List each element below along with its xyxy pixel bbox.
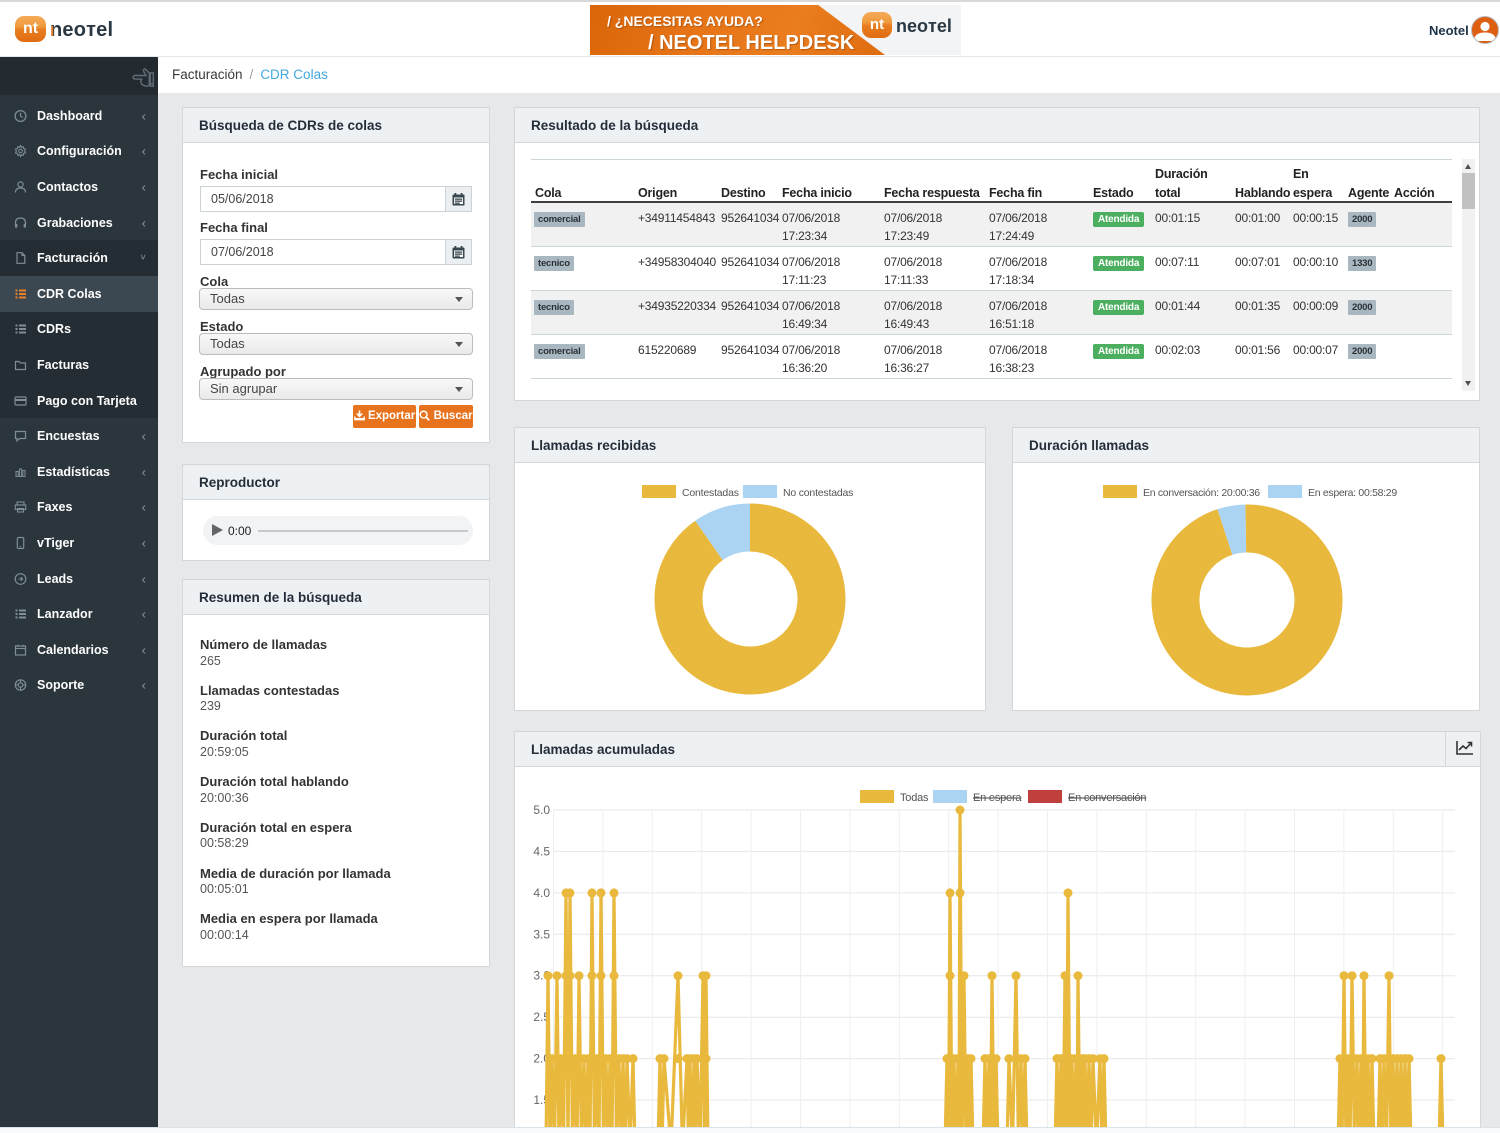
svg-text:Todas: Todas bbox=[900, 792, 929, 804]
svg-text:No contestadas: No contestadas bbox=[783, 487, 853, 499]
svg-text:En espera: 00:58:29: En espera: 00:58:29 bbox=[1308, 487, 1397, 499]
svg-text:En conversación: 20:00:36: En conversación: 20:00:36 bbox=[1143, 487, 1260, 499]
svg-text:3.5: 3.5 bbox=[533, 927, 550, 941]
svg-text:Contestadas: Contestadas bbox=[682, 487, 739, 499]
svg-text:4.0: 4.0 bbox=[533, 886, 550, 900]
svg-text:En conversación: En conversación bbox=[1068, 792, 1146, 804]
svg-text:4.5: 4.5 bbox=[533, 844, 550, 858]
svg-text:En espera: En espera bbox=[973, 792, 1022, 804]
svg-text:5.0: 5.0 bbox=[533, 803, 550, 817]
